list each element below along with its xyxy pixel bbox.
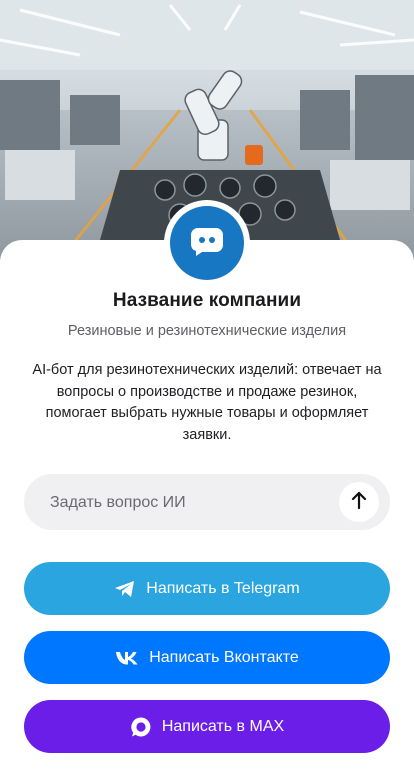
chat-bubble-icon — [190, 226, 224, 261]
max-button[interactable]: Написать в MAX — [24, 700, 390, 753]
max-label: Написать в MAX — [161, 717, 285, 735]
arrow-up-icon — [351, 491, 367, 514]
telegram-icon — [114, 580, 136, 598]
vk-icon — [115, 651, 139, 665]
vk-button[interactable]: Написать Вконтакте — [24, 631, 390, 684]
telegram-label: Написать в Telegram — [146, 579, 300, 597]
vk-label: Написать Вконтакте — [149, 648, 299, 666]
send-button[interactable] — [339, 482, 379, 522]
avatar — [170, 206, 244, 280]
ask-ai-input[interactable] — [48, 474, 352, 532]
ask-ai-search — [24, 474, 390, 532]
max-icon — [130, 716, 152, 738]
company-description: AI-бот для резинотехнических изделий: от… — [32, 362, 382, 443]
company-subtitle: Резиновые и резинотехнические изделия — [67, 323, 347, 339]
telegram-button[interactable]: Написать в Telegram — [24, 562, 390, 615]
company-name: Название компании — [112, 290, 302, 311]
